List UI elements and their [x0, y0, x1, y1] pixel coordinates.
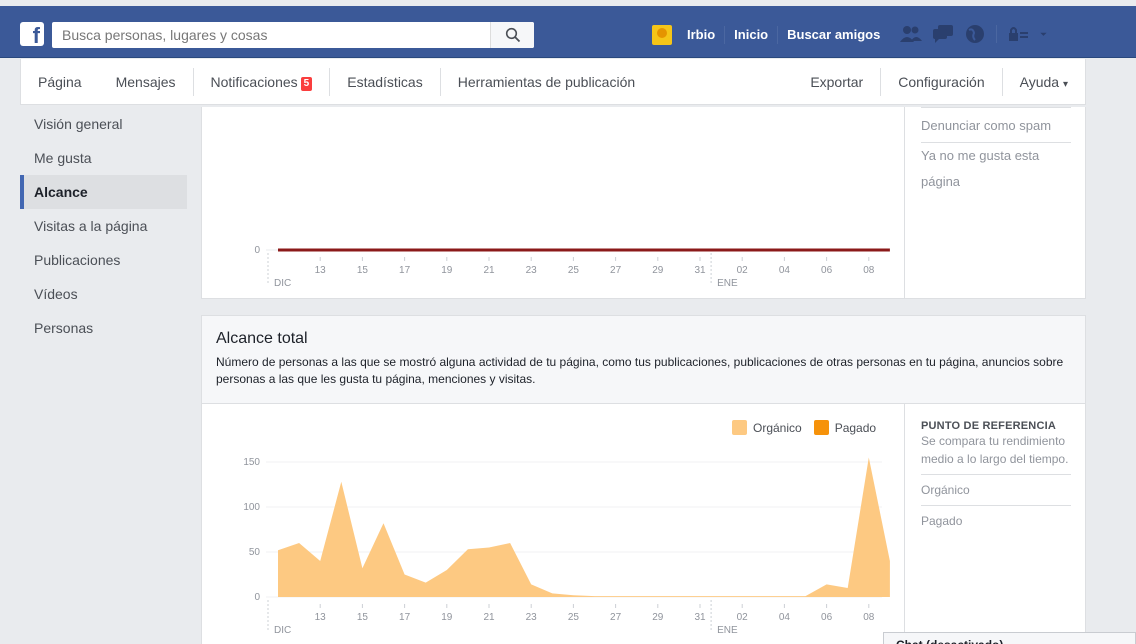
y-tick-label: 50 — [249, 547, 261, 558]
top-nav: Irbio Inicio Buscar amigos — [652, 22, 889, 48]
x-tick-label: 21 — [483, 265, 495, 276]
privacy-icon[interactable] — [1007, 24, 1029, 44]
tab-estadisticas[interactable]: Estadísticas — [330, 67, 441, 96]
legend-swatch-organico — [732, 420, 747, 435]
benchmark-pagado[interactable]: Pagado — [921, 505, 1071, 536]
legend-label-organico[interactable]: Orgánico — [753, 421, 802, 435]
report-spam-link[interactable]: Denunciar como spam — [921, 113, 1073, 139]
sidebar-item-alcance[interactable]: Alcance — [20, 175, 187, 209]
divider — [996, 25, 997, 43]
x-tick-label: 15 — [357, 265, 369, 276]
tab-ayuda-label: Ayuda — [1019, 73, 1060, 90]
x-tick-label: 23 — [526, 265, 538, 276]
y-tick-label: 150 — [243, 457, 260, 468]
x-tick-label: 31 — [694, 265, 706, 276]
avatar[interactable] — [652, 25, 672, 45]
dropdown-icon[interactable] — [1039, 24, 1053, 44]
x-tick-label: 21 — [483, 612, 495, 623]
reach-chart-card: 0 13 15 17 19 21 23 25 27 29 31 02 04 06 08 DIC ENE Denu… — [201, 107, 1086, 299]
facebook-logo-icon[interactable]: f — [20, 22, 44, 48]
unlike-page-link[interactable]: Ya no me gusta esta página — [921, 143, 1073, 195]
messages-icon[interactable] — [932, 24, 954, 44]
sidebar: Visión general Me gusta Alcance Visitas … — [20, 107, 187, 345]
x-tick-label: 19 — [441, 265, 453, 276]
x-tick-label: 17 — [399, 612, 411, 623]
sidebar-item-visitas[interactable]: Visitas a la página — [20, 209, 187, 243]
find-friends-link[interactable]: Buscar amigos — [778, 26, 889, 44]
x-tick-label: 29 — [652, 612, 664, 623]
total-reach-card: Alcance total Número de personas a las q… — [201, 315, 1086, 644]
search-box — [52, 22, 534, 48]
y-tick-label: 0 — [254, 592, 260, 603]
x-tick-label: 06 — [821, 265, 833, 276]
sidebar-item-personas[interactable]: Personas — [20, 311, 187, 345]
x-tick-label: 27 — [610, 612, 622, 623]
x-tick-label: 04 — [779, 265, 791, 276]
sidebar-item-videos[interactable]: Vídeos — [20, 277, 187, 311]
y-tick-label: 100 — [243, 502, 260, 513]
month-label: DIC — [274, 625, 291, 636]
area-series-orgánico — [278, 457, 890, 597]
benchmark-panel: PUNTO DE REFERENCIA Se compara tu rendim… — [904, 404, 1087, 644]
x-tick-label: 02 — [737, 265, 749, 276]
x-tick-label: 31 — [694, 612, 706, 623]
benchmark-organico[interactable]: Orgánico — [921, 474, 1071, 505]
card-description: Número de personas a las que se mostró a… — [216, 355, 1064, 386]
search-button[interactable] — [490, 22, 534, 48]
x-tick-label: 13 — [315, 612, 327, 623]
x-tick-label: 25 — [568, 612, 580, 623]
search-icon — [505, 27, 520, 43]
page-nav: Página Mensajes Notificaciones 5 Estadíst… — [20, 59, 1086, 105]
card-title: Alcance total — [216, 330, 308, 347]
x-tick-label: 23 — [526, 612, 538, 623]
x-tick-label: 02 — [737, 612, 749, 623]
card-side-panel: Denunciar como spam Ya no me gusta esta … — [904, 107, 1087, 298]
sidebar-item-vision-general[interactable]: Visión general — [20, 107, 187, 141]
top-icons — [900, 24, 1053, 44]
x-tick-label: 27 — [610, 265, 622, 276]
x-tick-label: 04 — [779, 612, 791, 623]
friends-icon[interactable] — [900, 24, 922, 44]
legend-swatch-pagado — [813, 420, 829, 435]
x-tick-label: 13 — [315, 265, 327, 276]
home-link[interactable]: Inicio — [725, 26, 779, 44]
x-tick-label: 08 — [863, 265, 875, 276]
y-tick-label: 0 — [254, 245, 260, 256]
reach-line-chart: 0 13 15 17 19 21 23 25 27 29 31 02 04 06 08 DIC ENE — [254, 245, 890, 289]
tab-notificaciones-label: Notificaciones — [210, 73, 298, 90]
globe-icon[interactable] — [964, 24, 986, 44]
sidebar-item-publicaciones[interactable]: Publicaciones — [20, 243, 187, 277]
notification-count-badge: 5 — [300, 76, 313, 91]
x-tick-label: 29 — [652, 265, 664, 276]
search-input[interactable] — [52, 22, 492, 48]
tab-mensajes[interactable]: Mensajes — [99, 67, 194, 96]
month-label: ENE — [717, 625, 738, 636]
tab-ayuda[interactable]: Ayuda ▾ — [1003, 68, 1085, 96]
benchmark-description: Se compara tu rendimiento medio a lo lar… — [921, 434, 1069, 466]
sidebar-item-me-gusta[interactable]: Me gusta — [20, 141, 187, 175]
month-label: DIC — [274, 278, 291, 289]
card-header: Alcance total Número de personas a las q… — [202, 316, 1085, 404]
x-tick-label: 25 — [568, 265, 580, 276]
benchmark-title: PUNTO DE REFERENCIA — [921, 420, 1056, 432]
tab-exportar[interactable]: Exportar — [793, 67, 882, 96]
x-tick-label: 15 — [357, 612, 369, 623]
tab-pagina[interactable]: Página — [21, 68, 99, 96]
top-bar: f Irbio Inicio Buscar amigos — [0, 6, 1136, 58]
profile-link[interactable]: Irbio — [678, 26, 726, 44]
x-tick-label: 17 — [399, 265, 411, 276]
x-tick-label: 06 — [821, 612, 833, 623]
chat-bar[interactable]: Chat (desactivado) — [883, 632, 1136, 644]
legend-label-pagado[interactable]: Pagado — [835, 421, 876, 435]
tab-notificaciones[interactable]: Notificaciones 5 — [194, 67, 331, 96]
month-label: ENE — [717, 278, 738, 289]
x-tick-label: 08 — [863, 612, 875, 623]
chevron-down-icon: ▾ — [1062, 78, 1068, 90]
tab-herramientas[interactable]: Herramientas de publicación — [441, 68, 652, 96]
tab-configuracion[interactable]: Configuración — [881, 67, 1003, 96]
total-reach-area-chart: 0 50 100 150 13 15 17 19 21 23 25 27 29 31 02 04 06 08 DIC… — [243, 457, 890, 636]
chart-legend: Orgánico Pagado — [732, 420, 876, 435]
x-tick-label: 19 — [441, 612, 453, 623]
